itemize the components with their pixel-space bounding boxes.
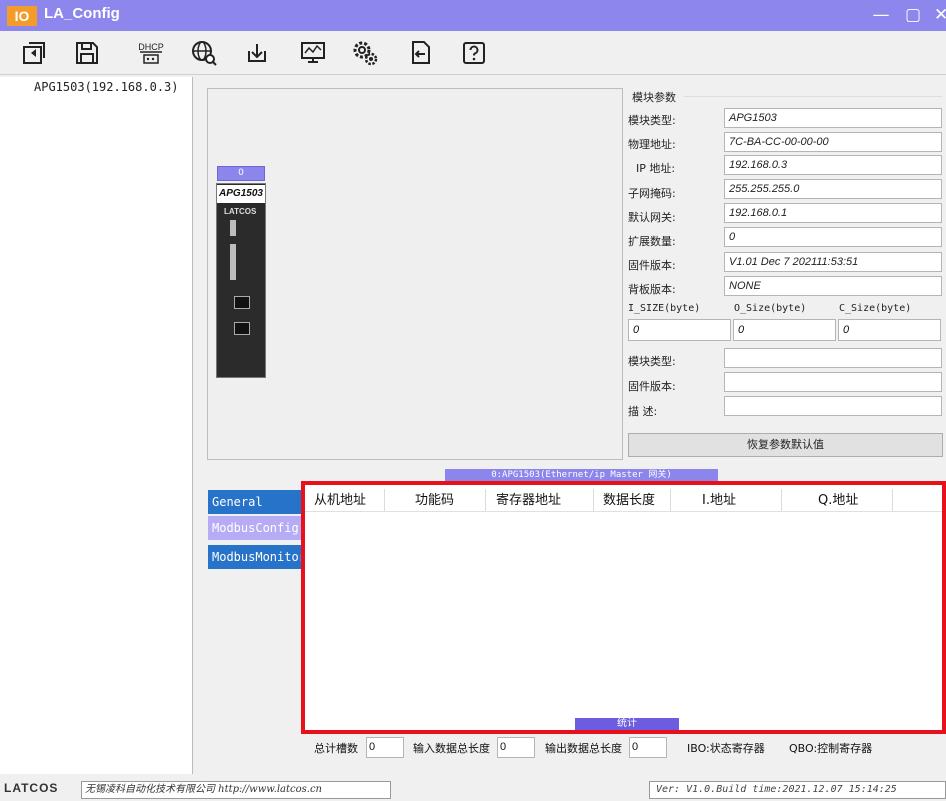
module-type-field[interactable]: APG1503	[724, 108, 942, 128]
column-header[interactable]: 寄存器地址	[496, 489, 561, 508]
tab-modbus-monitor[interactable]: ModbusMonitor	[208, 545, 302, 569]
close-button[interactable]: ✕	[934, 3, 946, 27]
size-label: O_Size(byte)	[734, 303, 807, 314]
tab-modbus-config[interactable]: ModbusConfig	[208, 516, 302, 540]
status-led	[230, 220, 236, 236]
input-length-value: 0	[497, 737, 535, 758]
save-icon	[76, 42, 98, 64]
monitor-button[interactable]	[296, 36, 330, 70]
status-led	[230, 244, 236, 280]
column-header[interactable]: 从机地址	[314, 489, 366, 508]
import-icon	[23, 42, 45, 64]
field-label: 子网掩码:	[628, 187, 676, 200]
column-separator	[670, 489, 671, 511]
subnet-mask-field[interactable]: 255.255.255.0	[724, 179, 942, 199]
globe-search-icon	[192, 41, 217, 66]
field-label: 固件版本:	[628, 380, 676, 393]
settings-button[interactable]	[348, 36, 382, 70]
monitor-icon	[301, 42, 325, 63]
modbus-table[interactable]	[301, 481, 946, 734]
save-button[interactable]	[70, 36, 104, 70]
ip-address-field[interactable]: 192.168.0.3	[724, 155, 942, 175]
output-length-value: 0	[629, 737, 667, 758]
title-bar	[0, 0, 946, 31]
restore-defaults-button[interactable]: 恢复参数默认值	[628, 433, 943, 457]
import-button[interactable]	[17, 36, 51, 70]
export-icon	[412, 41, 430, 64]
help-button[interactable]	[457, 36, 491, 70]
column-separator	[384, 489, 385, 511]
device-tree	[0, 77, 193, 774]
description-field[interactable]	[724, 396, 942, 416]
gear-icon	[353, 41, 378, 66]
extension-count-field[interactable]: 0	[724, 227, 942, 247]
tab-statistics[interactable]: 统计	[575, 718, 679, 730]
field-label: 描 述:	[628, 405, 658, 418]
size-label: I_SIZE(byte)	[628, 303, 701, 314]
qbo-legend: QBO:控制寄存器	[789, 742, 873, 755]
module-name-label: APG1503	[217, 185, 265, 203]
download-icon	[248, 44, 266, 62]
column-separator	[892, 489, 893, 511]
ethernet-port	[234, 322, 250, 335]
dhcp-button[interactable]: DHCP	[134, 36, 168, 70]
size-label: C_Size(byte)	[839, 303, 912, 314]
field-label: 默认网关:	[628, 211, 676, 224]
column-separator	[781, 489, 782, 511]
column-separator	[485, 489, 486, 511]
table-header-divider	[305, 511, 942, 512]
version-info: Ver: V1.0.Build time:2021.12.07 15:14:25	[649, 781, 946, 799]
legend-divider	[684, 96, 942, 97]
help-icon	[463, 42, 485, 64]
company-info: 无锡凌科自动化技术有限公司 http://www.latcos.cn	[81, 781, 391, 799]
module-brand: LATCOS	[224, 207, 257, 216]
tree-item-device[interactable]: APG1503(192.168.0.3)	[34, 80, 179, 94]
ethernet-port	[234, 296, 250, 309]
field-label: IP 地址:	[636, 162, 676, 175]
field-label: 模块类型:	[628, 114, 676, 127]
field-label: 物理地址:	[628, 138, 676, 151]
total-slots-value: 0	[366, 737, 404, 758]
minimize-button[interactable]: —	[870, 3, 892, 27]
ext-module-type-field[interactable]	[724, 348, 942, 368]
export-button[interactable]	[404, 36, 438, 70]
output-length-label: 输出数据总长度	[545, 742, 622, 755]
gateway-field[interactable]: 192.168.0.1	[724, 203, 942, 223]
app-icon: IO	[7, 6, 37, 26]
column-header[interactable]: Q.地址	[818, 489, 858, 508]
brand-logo: LATCOS	[4, 781, 59, 795]
field-label: 固件版本:	[628, 259, 676, 272]
column-separator	[593, 489, 594, 511]
params-legend: 模块参数	[632, 91, 676, 104]
window-title: LA_Config	[44, 5, 120, 22]
download-button[interactable]	[240, 36, 274, 70]
field-label: 背板版本:	[628, 283, 676, 296]
input-length-label: 输入数据总长度	[413, 742, 490, 755]
ibo-legend: IBO:状态寄存器	[687, 742, 765, 755]
tab-general[interactable]: General	[208, 490, 302, 514]
dhcp-icon: DHCP	[138, 42, 164, 64]
module-view-panel	[207, 88, 623, 460]
firmware-version-field[interactable]: V1.01 Dec 7 202111:53:51	[724, 252, 942, 272]
total-slots-label: 总计槽数	[314, 742, 358, 755]
maximize-button[interactable]: ▢	[902, 3, 924, 27]
field-label: 扩展数量:	[628, 235, 676, 248]
network-scan-button[interactable]	[187, 36, 221, 70]
backplane-version-field[interactable]: NONE	[724, 276, 942, 296]
svg-text:DHCP: DHCP	[138, 42, 164, 52]
output-size-field[interactable]: 0	[733, 319, 836, 341]
config-size-field[interactable]: 0	[838, 319, 941, 341]
field-label: 模块类型:	[628, 355, 676, 368]
column-header[interactable]: I.地址	[702, 489, 736, 508]
input-size-field[interactable]: 0	[628, 319, 731, 341]
mac-address-field[interactable]: 7C-BA-CC-00-00-00	[724, 132, 942, 152]
ext-firmware-field[interactable]	[724, 372, 942, 392]
slot-badge: 0	[217, 166, 265, 181]
column-header[interactable]: 功能码	[415, 489, 454, 508]
column-header[interactable]: 数据长度	[603, 489, 655, 508]
